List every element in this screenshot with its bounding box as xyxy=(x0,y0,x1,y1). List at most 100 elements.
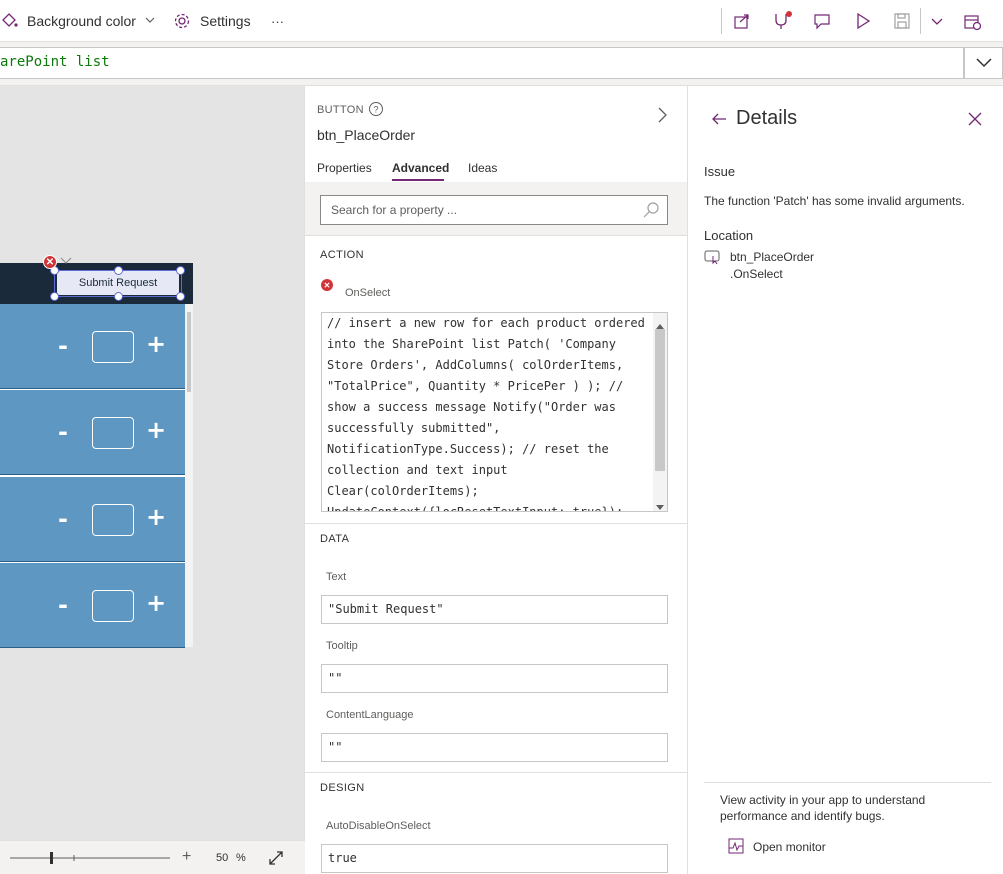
divider xyxy=(704,782,991,783)
more-options-button[interactable]: ··· xyxy=(271,0,284,42)
open-monitor-button[interactable]: Open monitor xyxy=(728,838,826,856)
active-tab-indicator xyxy=(392,179,444,181)
zoom-in-icon[interactable]: + xyxy=(182,848,191,866)
increment-button[interactable]: + xyxy=(146,503,166,531)
details-pane: Details Issue The function 'Patch' has s… xyxy=(688,86,1003,874)
publish-icon[interactable] xyxy=(962,11,982,31)
location-property: .OnSelect xyxy=(730,267,783,281)
svg-text:?: ? xyxy=(373,105,378,115)
gallery-row[interactable]: - + xyxy=(0,477,185,562)
search-icon[interactable] xyxy=(642,201,660,222)
section-action: ACTION xyxy=(320,249,364,261)
content-language-input[interactable]: "" xyxy=(321,733,668,762)
increment-button[interactable]: + xyxy=(146,330,166,358)
gallery-row[interactable]: - + xyxy=(0,563,185,648)
decrement-button[interactable]: - xyxy=(58,591,68,619)
editor-scrollbar-thumb[interactable] xyxy=(655,329,665,471)
gallery-row[interactable]: - + xyxy=(0,390,185,475)
monitor-icon xyxy=(728,838,744,857)
formula-bar: arePoint list xyxy=(0,42,1003,86)
gallery-scrollbar-thumb[interactable] xyxy=(187,312,191,392)
onselect-formula-editor[interactable]: // insert a new row for each product ord… xyxy=(321,312,668,512)
resize-handle[interactable] xyxy=(176,266,185,275)
chevron-down-icon[interactable] xyxy=(927,11,947,31)
issue-label: Issue xyxy=(704,164,736,179)
chevron-down-icon xyxy=(60,253,72,268)
control-name: btn_PlaceOrder xyxy=(317,127,416,143)
tab-ideas[interactable]: Ideas xyxy=(468,161,497,175)
settings-button[interactable]: Settings xyxy=(200,0,251,42)
tooltip-property-input[interactable]: "" xyxy=(321,664,668,693)
location-label: Location xyxy=(704,228,754,243)
settings-label: Settings xyxy=(200,13,251,29)
button-control-icon xyxy=(704,249,720,268)
onselect-label: OnSelect xyxy=(345,287,391,299)
onselect-code: // insert a new row for each product ord… xyxy=(327,316,653,512)
gallery-row[interactable]: - + xyxy=(0,304,185,389)
section-design: DESIGN xyxy=(320,782,365,794)
quantity-input[interactable] xyxy=(92,331,134,363)
design-canvas[interactable]: - + - + - + - + Submit Request ✕ xyxy=(0,86,305,874)
quantity-input[interactable] xyxy=(92,417,134,449)
properties-panel: BUTTON ? btn_PlaceOrder Properties Advan… xyxy=(305,86,688,874)
error-icon: ✕ xyxy=(321,279,333,291)
background-color-button[interactable]: Background color xyxy=(27,0,156,42)
location-link[interactable]: btn_PlaceOrder .OnSelect xyxy=(730,249,814,283)
section-divider xyxy=(305,523,687,524)
zoom-unit: % xyxy=(236,852,246,864)
expand-formula-button[interactable] xyxy=(964,47,1003,79)
open-monitor-label: Open monitor xyxy=(753,840,826,854)
formula-input[interactable]: arePoint list xyxy=(0,47,964,79)
text-property-label: Text xyxy=(326,571,347,583)
decrement-button[interactable]: - xyxy=(58,505,68,533)
comment-icon[interactable] xyxy=(812,11,832,31)
section-divider xyxy=(305,772,687,773)
fit-to-window-icon[interactable] xyxy=(268,850,284,869)
chevron-right-icon[interactable] xyxy=(656,106,668,127)
monitor-description: View activity in your app to understand … xyxy=(720,793,926,823)
property-search-input[interactable] xyxy=(320,195,668,225)
auto-disable-input[interactable]: true xyxy=(321,844,668,873)
background-color-label: Background color xyxy=(27,13,136,29)
app-checker-icon[interactable] xyxy=(772,11,792,31)
tab-properties[interactable]: Properties xyxy=(317,161,372,175)
quantity-input[interactable] xyxy=(92,590,134,622)
command-bar: Background color Settings ··· xyxy=(0,0,1003,42)
resize-handle[interactable] xyxy=(176,292,185,301)
tab-advanced[interactable]: Advanced xyxy=(392,161,449,175)
location-control: btn_PlaceOrder xyxy=(730,250,815,264)
close-icon[interactable] xyxy=(968,112,982,129)
back-arrow-icon[interactable] xyxy=(711,112,727,129)
toolbar-divider xyxy=(721,8,722,34)
resize-handle[interactable] xyxy=(114,266,123,275)
scroll-down-icon[interactable] xyxy=(656,499,664,511)
zoom-bar: + 50 % xyxy=(0,840,305,874)
save-icon[interactable] xyxy=(892,11,912,31)
resize-handle[interactable] xyxy=(50,292,59,301)
increment-button[interactable]: + xyxy=(146,416,166,444)
increment-button[interactable]: + xyxy=(146,589,166,617)
zoom-slider[interactable] xyxy=(10,851,172,865)
toolbar-divider xyxy=(920,8,921,34)
paint-bucket-icon[interactable] xyxy=(0,11,20,31)
auto-disable-label: AutoDisableOnSelect xyxy=(326,820,431,832)
scroll-up-icon[interactable] xyxy=(656,317,664,332)
play-icon[interactable] xyxy=(853,11,873,31)
control-kind: BUTTON xyxy=(317,104,364,116)
help-icon[interactable]: ? xyxy=(368,101,384,120)
quantity-input[interactable] xyxy=(92,504,134,536)
resize-handle[interactable] xyxy=(114,292,123,301)
text-property-input[interactable]: "Submit Request" xyxy=(321,595,668,624)
error-icon[interactable]: ✕ xyxy=(43,255,57,269)
more-icon: ··· xyxy=(271,13,284,29)
issue-text: The function 'Patch' has some invalid ar… xyxy=(704,194,965,208)
chevron-down-icon xyxy=(975,56,993,71)
property-search-area xyxy=(305,182,687,236)
gear-icon[interactable] xyxy=(172,11,192,31)
decrement-button[interactable]: - xyxy=(58,418,68,446)
share-icon[interactable] xyxy=(732,11,752,31)
decrement-button[interactable]: - xyxy=(58,332,68,360)
content-language-label: ContentLanguage xyxy=(326,709,414,721)
tooltip-property-label: Tooltip xyxy=(326,640,358,652)
section-data: DATA xyxy=(320,533,350,545)
